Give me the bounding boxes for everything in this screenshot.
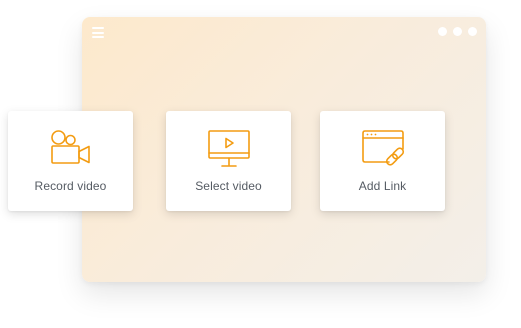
stage: Record video Select video Add Link [0, 0, 521, 328]
window-dot-3[interactable] [468, 27, 477, 36]
hamburger-icon[interactable] [92, 27, 104, 38]
window-dot-2[interactable] [453, 27, 462, 36]
select-video-card[interactable]: Select video [166, 111, 291, 211]
add-link-card[interactable]: Add Link [320, 111, 445, 211]
select-video-label: Select video [195, 179, 262, 193]
video-camera-icon [50, 130, 90, 164]
record-video-label: Record video [34, 179, 107, 193]
record-video-card[interactable]: Record video [8, 111, 133, 211]
window-dot-1[interactable] [438, 27, 447, 36]
browser-link-icon [361, 130, 404, 166]
window-controls [438, 27, 477, 36]
monitor-play-icon [207, 130, 250, 167]
add-link-label: Add Link [358, 179, 407, 193]
